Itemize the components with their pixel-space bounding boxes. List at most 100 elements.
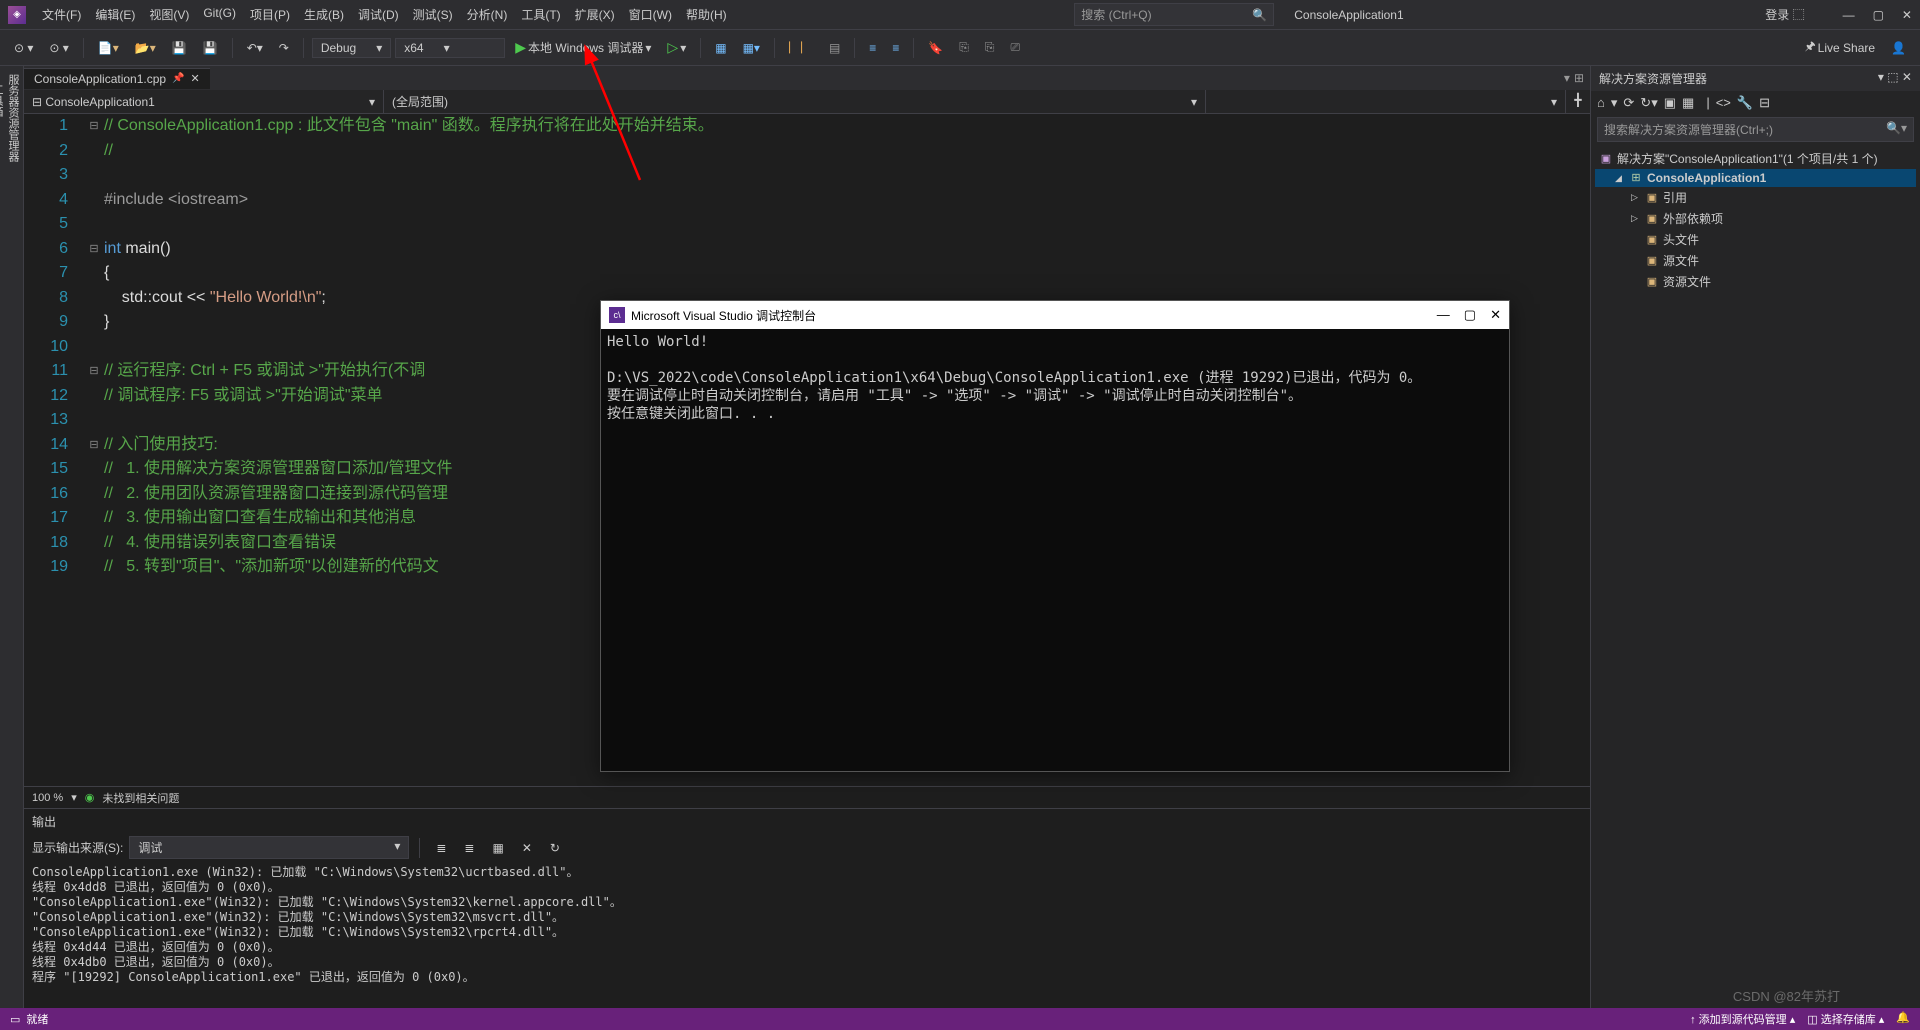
config-dropdown[interactable]: Debug▾: [312, 38, 391, 58]
nav-fwd-button[interactable]: ⊙ ▾: [43, 37, 74, 59]
scope-dropdown[interactable]: ⊟ ConsoleApplication1▾: [24, 90, 384, 113]
toolbox-tab[interactable]: 工具箱: [0, 84, 5, 1000]
sln-btn-4[interactable]: ▦: [1682, 95, 1694, 111]
sln-btn-1[interactable]: ⟳: [1623, 95, 1634, 111]
menu-item[interactable]: 窗口(W): [623, 2, 678, 27]
tree-node[interactable]: ▣资源文件: [1595, 271, 1916, 292]
start-no-debug-button[interactable]: ▷▾: [661, 35, 692, 60]
search-icon: 🔍▾: [1886, 121, 1907, 138]
issues-label: 未找到相关问题: [102, 790, 179, 806]
save-button[interactable]: 💾: [166, 37, 193, 59]
menu-item[interactable]: 扩展(X): [569, 2, 621, 27]
tab-label: ConsoleApplication1.cpp: [34, 72, 166, 86]
menu-item[interactable]: Git(G): [197, 2, 242, 27]
tab-dropdown-icon[interactable]: ▾: [1564, 71, 1570, 85]
solution-root[interactable]: ▣解决方案"ConsoleApplication1"(1 个项目/共 1 个): [1595, 148, 1916, 169]
indent-more-button[interactable]: ≡: [886, 37, 905, 59]
console-min-button[interactable]: —: [1437, 307, 1450, 323]
live-share-button[interactable]: 🖈 Live Share: [1799, 33, 1881, 62]
zoom-label[interactable]: 100 %: [32, 792, 63, 804]
output-btn-4[interactable]: ↻: [544, 837, 566, 859]
tb-icon-6[interactable]: ⎘: [979, 36, 1001, 59]
tree-node[interactable]: ▣头文件: [1595, 229, 1916, 250]
bookmark-button[interactable]: 🔖: [922, 37, 949, 59]
vs-logo-icon: ◈: [8, 6, 26, 24]
start-debug-button[interactable]: ▶ 本地 Windows 调试器 ▾: [509, 35, 657, 60]
sln-btn-3[interactable]: ▣: [1664, 95, 1676, 111]
search-icon: 🔍: [1252, 8, 1267, 22]
tb-icon-7[interactable]: ⎚: [1005, 36, 1027, 59]
search-placeholder: 搜索 (Ctrl+Q): [1081, 6, 1151, 23]
menu-item[interactable]: 测试(S): [407, 2, 459, 27]
platform-dropdown[interactable]: x64▾: [395, 38, 505, 58]
tree-node[interactable]: ▣源文件: [1595, 250, 1916, 271]
window-buttons: 登录 ⬚ — ▢ ✕: [1765, 6, 1912, 23]
member-dropdown[interactable]: ▾: [1206, 90, 1566, 113]
sln-btn-6[interactable]: 🔧: [1737, 95, 1753, 111]
menu-item[interactable]: 文件(F): [36, 2, 87, 27]
solution-search-input[interactable]: 搜索解决方案资源管理器(Ctrl+;) 🔍▾: [1597, 117, 1914, 142]
editor-status: 100 %▾ ◉ 未找到相关问题: [24, 786, 1590, 808]
console-max-button[interactable]: ▢: [1464, 307, 1476, 323]
minimize-button[interactable]: —: [1843, 8, 1855, 22]
console-titlebar[interactable]: c\ Microsoft Visual Studio 调试控制台 — ▢ ✕: [601, 301, 1509, 329]
output-btn-3[interactable]: ▦: [486, 837, 509, 859]
output-text[interactable]: ConsoleApplication1.exe (Win32): 已加载 "C:…: [24, 861, 1590, 1008]
tree-node[interactable]: ▷▣引用: [1595, 187, 1916, 208]
select-repo-button[interactable]: ◫ 选择存储库 ▴: [1807, 1011, 1884, 1027]
undo-button[interactable]: ↶▾: [241, 37, 269, 59]
nav-back-button[interactable]: ⊙ ▾: [8, 37, 39, 59]
sln-btn-2[interactable]: ↻▾: [1640, 95, 1657, 111]
menu-item[interactable]: 生成(B): [298, 2, 350, 27]
sln-btn-5[interactable]: <>: [1716, 95, 1731, 111]
global-search-input[interactable]: 搜索 (Ctrl+Q) 🔍: [1074, 3, 1274, 26]
new-item-button[interactable]: 📄▾: [92, 37, 125, 59]
output-clear-button[interactable]: ✕: [516, 837, 538, 859]
save-all-button[interactable]: 💾: [197, 37, 224, 59]
watermark: CSDN @82年苏打: [1733, 986, 1840, 1005]
tb-icon-5[interactable]: ⎘: [953, 36, 975, 59]
notifications-icon[interactable]: 🔔: [1896, 1011, 1910, 1027]
tb-icon-4[interactable]: ▤: [823, 37, 846, 59]
close-tab-icon[interactable]: ✕: [191, 72, 200, 85]
account-icon[interactable]: 👤: [1885, 37, 1912, 59]
left-sidebar[interactable]: 服务器资源管理器 工具箱: [0, 66, 24, 1008]
close-button[interactable]: ✕: [1902, 8, 1912, 22]
indent-less-button[interactable]: ≡: [863, 37, 882, 59]
console-close-button[interactable]: ✕: [1490, 307, 1501, 323]
redo-button[interactable]: ↷: [273, 37, 295, 59]
tb-icon-3[interactable]: ⎸⎸: [783, 36, 819, 59]
tb-icon-2[interactable]: ▦▾: [737, 37, 766, 59]
output-btn-1[interactable]: ≣: [430, 837, 452, 859]
project-node[interactable]: ◢⊞ConsoleApplication1: [1595, 169, 1916, 187]
menu-item[interactable]: 工具(T): [515, 2, 566, 27]
add-source-control-button[interactable]: ↑ 添加到源代码管理 ▴: [1690, 1011, 1795, 1027]
menu-item[interactable]: 调试(D): [352, 2, 405, 27]
maximize-button[interactable]: ▢: [1873, 8, 1884, 22]
menu-item[interactable]: 视图(V): [143, 2, 195, 27]
menu-item[interactable]: 编辑(E): [89, 2, 141, 27]
sign-in-button[interactable]: 登录 ⬚: [1765, 6, 1804, 23]
solution-explorer: 解决方案资源管理器 ▾ ⬚ ✕ ⌂▾ ⟳ ↻▾ ▣ ▦ | <> 🔧 ⊟ 搜索解…: [1590, 66, 1920, 1008]
home-icon[interactable]: ⌂: [1597, 95, 1605, 111]
func-dropdown[interactable]: (全局范围)▾: [384, 90, 1206, 113]
tb-icon-1[interactable]: ▦: [709, 37, 732, 59]
output-panel: 输出 显示输出来源(S): 调试▾ ≣ ≣ ▦ ✕ ↻ ConsoleAppli…: [24, 808, 1590, 1008]
menu-item[interactable]: 项目(P): [244, 2, 296, 27]
output-btn-2[interactable]: ≣: [458, 837, 480, 859]
pin-icon[interactable]: 📌: [172, 73, 184, 84]
menu-item[interactable]: 分析(N): [461, 2, 514, 27]
output-source-dropdown[interactable]: 调试▾: [129, 836, 409, 859]
tree-node[interactable]: ▷▣外部依赖项: [1595, 208, 1916, 229]
sln-btn-7[interactable]: ⊟: [1759, 95, 1770, 111]
nav-bar: ⊟ ConsoleApplication1▾ (全局范围)▾ ▾ ╋: [24, 90, 1590, 114]
status-ready-icon: ▭: [10, 1013, 20, 1026]
open-button[interactable]: 📂▾: [129, 37, 162, 59]
server-explorer-tab[interactable]: 服务器资源管理器: [5, 74, 21, 1000]
console-output[interactable]: Hello World! D:\VS_2022\code\ConsoleAppl…: [601, 329, 1509, 427]
console-title-text: Microsoft Visual Studio 调试控制台: [631, 307, 816, 324]
tab-active[interactable]: ConsoleApplication1.cpp 📌 ✕: [24, 68, 210, 89]
tab-split-icon[interactable]: ⊞: [1574, 71, 1584, 85]
split-editor-icon[interactable]: ╋: [1566, 90, 1590, 113]
menu-item[interactable]: 帮助(H): [680, 2, 733, 27]
